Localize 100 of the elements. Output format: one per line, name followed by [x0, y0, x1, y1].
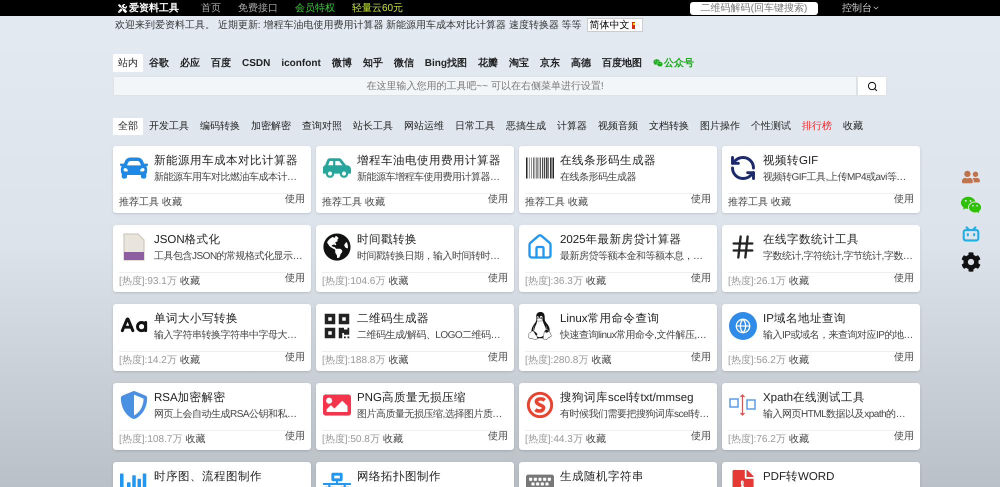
- favorite-link[interactable]: 收藏: [388, 353, 408, 368]
- category-tab[interactable]: 网站运维: [399, 118, 449, 135]
- use-link[interactable]: 使用: [894, 350, 914, 365]
- use-link[interactable]: 使用: [691, 350, 711, 365]
- nav-link[interactable]: 轻量云60元: [352, 0, 404, 16]
- search-engine-tab[interactable]: 必应: [175, 54, 205, 72]
- category-tab[interactable]: 计算器: [552, 118, 592, 135]
- category-tab[interactable]: 收藏: [838, 118, 868, 135]
- use-link[interactable]: 使用: [285, 192, 305, 207]
- search-engine-tab[interactable]: CSDN: [237, 54, 276, 72]
- tool-title[interactable]: 2025年最新房贷计算器: [560, 232, 702, 248]
- settings-icon[interactable]: [961, 252, 981, 272]
- tool-title[interactable]: 生成随机字符串: [560, 469, 644, 485]
- tool-title[interactable]: Linux常用命令查询: [560, 311, 706, 327]
- use-link[interactable]: 使用: [285, 271, 305, 286]
- tool-title[interactable]: 时间戳转换: [357, 232, 500, 248]
- favorite-link[interactable]: 收藏: [180, 274, 200, 289]
- tool-search-field[interactable]: 在这里输入您用的工具吧~~ 可以在右侧菜单进行设置!: [113, 76, 857, 96]
- search-engine-tab[interactable]: 百度: [206, 54, 236, 72]
- tool-title[interactable]: RSA加密解密: [154, 390, 297, 406]
- search-engine-tab[interactable]: 微博: [326, 54, 357, 72]
- category-tab[interactable]: 个性测试: [746, 118, 796, 135]
- tool-card[interactable]: Xpath在线测试工具 输入网页HTML数据以及xpath的… [热度]:76.2万 收藏 使用: [722, 383, 920, 450]
- category-tab[interactable]: 编码转换: [195, 118, 245, 135]
- search-engine-tab[interactable]: 高德: [566, 54, 596, 72]
- search-engine-tab[interactable]: 站内: [113, 54, 143, 72]
- tool-title[interactable]: 视频转GIF: [763, 153, 906, 169]
- category-tab[interactable]: 加密解密: [246, 118, 296, 135]
- category-tab[interactable]: 站长工具: [348, 118, 398, 135]
- tool-card[interactable]: 生成随机字符串: [519, 462, 717, 487]
- tool-card[interactable]: Linux常用命令查询 快速查询linux常用命令,文件解压,… [热度]:280.8万 收藏 使用: [519, 304, 717, 371]
- favorite-link[interactable]: 收藏: [788, 274, 809, 289]
- tool-card[interactable]: 搜狗词库scel转txt/mmseg 有时候我们需要把搜狗词库scel转… [热度]:44.3万 收藏 使用: [519, 383, 717, 450]
- search-engine-tab[interactable]: 谷歌: [144, 54, 174, 72]
- tool-title[interactable]: 搜狗词库scel转txt/mmseg: [560, 390, 709, 406]
- search-engine-tab[interactable]: 知乎: [358, 54, 388, 72]
- search-engine-tab[interactable]: 京东: [535, 54, 565, 72]
- favorite-link[interactable]: 收藏: [180, 353, 200, 368]
- tool-title[interactable]: IP域名地址查询: [763, 311, 913, 327]
- tool-title[interactable]: 新能源用车成本对比计算器: [154, 153, 298, 169]
- tool-title[interactable]: 单词大小写转换: [154, 311, 296, 327]
- category-tab[interactable]: 恶搞生成: [501, 118, 551, 135]
- tool-card[interactable]: 在线字数统计工具 字数统计,字符统计,字节统计,字数… [热度]:26.1万 收藏 使用: [722, 225, 920, 292]
- tool-card[interactable]: 视频转GIF 视频转GIF工具,上传MP4或avi等… 推荐工具 收藏 使用: [722, 146, 920, 213]
- search-button[interactable]: [857, 76, 887, 96]
- favorite-link[interactable]: 收藏: [568, 195, 588, 210]
- tool-title[interactable]: 在线条形码生成器: [560, 153, 656, 169]
- tool-title[interactable]: Xpath在线测试工具: [763, 390, 906, 406]
- use-link[interactable]: 使用: [691, 429, 711, 444]
- tool-card[interactable]: 2025年最新房贷计算器 最新房贷等额本金和等额本息，… [热度]:36.3万 收藏 使用: [519, 225, 717, 292]
- use-link[interactable]: 使用: [488, 192, 508, 207]
- tool-card[interactable]: 网络拓扑图制作: [316, 462, 514, 487]
- search-engine-tab[interactable]: Bing找图: [420, 54, 472, 72]
- search-engine-tab[interactable]: 百度地图: [597, 54, 647, 72]
- search-engine-tab[interactable]: 花瓣: [473, 54, 503, 72]
- favorite-link[interactable]: 收藏: [586, 274, 606, 289]
- use-link[interactable]: 使用: [691, 271, 711, 286]
- tool-title[interactable]: 网络拓扑图制作: [357, 469, 441, 485]
- use-link[interactable]: 使用: [691, 192, 711, 207]
- category-tab[interactable]: 开发工具: [144, 118, 194, 135]
- tool-card[interactable]: RSA加密解密 网页上会自动生成RSA公钥和私… [热度]:108.7万 收藏 使用: [113, 383, 311, 450]
- use-link[interactable]: 使用: [894, 429, 914, 444]
- tool-card[interactable]: 单词大小写转换 输入字符串转换字符串中字母大… [热度]:14.2万 收藏 使用: [113, 304, 311, 371]
- favorite-link[interactable]: 收藏: [382, 432, 403, 447]
- favorite-link[interactable]: 收藏: [185, 432, 206, 447]
- search-engine-tab[interactable]: iconfont: [276, 54, 326, 72]
- tool-title[interactable]: PNG高质量无损压缩: [357, 390, 502, 406]
- tool-title[interactable]: 二维码生成器: [357, 311, 500, 327]
- language-select[interactable]: 简体中文: [586, 18, 643, 32]
- search-engine-tab[interactable]: 微信: [388, 54, 419, 72]
- tool-card[interactable]: 时序图、流程图制作: [113, 462, 311, 487]
- tool-title[interactable]: JSON格式化: [154, 232, 302, 248]
- nav-link[interactable]: 免费接口: [238, 0, 278, 16]
- tool-title[interactable]: 增程车油电使用费用计算器: [357, 153, 501, 169]
- use-link[interactable]: 使用: [894, 271, 914, 286]
- favorite-link[interactable]: 收藏: [771, 195, 791, 210]
- tool-card[interactable]: 二维码生成器 二维码生成/解码、LOGO二维码… [热度]:188.8万 收藏 使用: [316, 304, 514, 371]
- nav-link[interactable]: 首页: [201, 0, 221, 16]
- tool-card[interactable]: 在线条形码生成器 在线条形码生成器 推荐工具 收藏 使用: [519, 146, 717, 213]
- tool-card[interactable]: JSON格式化 工具包含JSON的常规格式化显示… [热度]:93.1万 收藏 使用: [113, 225, 311, 292]
- chat-bubbles-icon[interactable]: [960, 194, 982, 216]
- category-tab[interactable]: 文档转换: [644, 118, 694, 135]
- tool-card[interactable]: 时间戳转换 时间戳转换日期，输入时间转时… [热度]:104.6万 收藏 使用: [316, 225, 514, 292]
- use-link[interactable]: 使用: [285, 350, 305, 365]
- favorite-link[interactable]: 收藏: [586, 432, 606, 447]
- tool-card[interactable]: PNG高质量无损压缩 图片高质量无损压缩,选择图片质… [热度]:50.8万 收藏 使用: [316, 383, 514, 450]
- favorite-link[interactable]: 收藏: [388, 274, 408, 289]
- category-tab[interactable]: 查询对照: [297, 118, 347, 135]
- use-link[interactable]: 使用: [285, 429, 305, 444]
- tool-title[interactable]: 时序图、流程图制作: [154, 469, 262, 485]
- favorite-link[interactable]: 收藏: [788, 353, 809, 368]
- tool-title[interactable]: PDF转WORD: [763, 469, 834, 485]
- favorite-link[interactable]: 收藏: [365, 195, 385, 210]
- site-logo[interactable]: 爱资料工具: [129, 0, 179, 16]
- tool-card[interactable]: IP域名地址查询 输入IP或域名，来查询对应IP的地… [热度]:56.2万 收藏 使用: [722, 304, 920, 371]
- category-tab[interactable]: 全部: [113, 118, 143, 135]
- tool-card[interactable]: PDF转WORD: [722, 462, 920, 487]
- favorite-link[interactable]: 收藏: [788, 432, 809, 447]
- qr-search-field[interactable]: 二维码解码(回车键搜索): [690, 2, 818, 14]
- tool-title[interactable]: 在线字数统计工具: [763, 232, 912, 248]
